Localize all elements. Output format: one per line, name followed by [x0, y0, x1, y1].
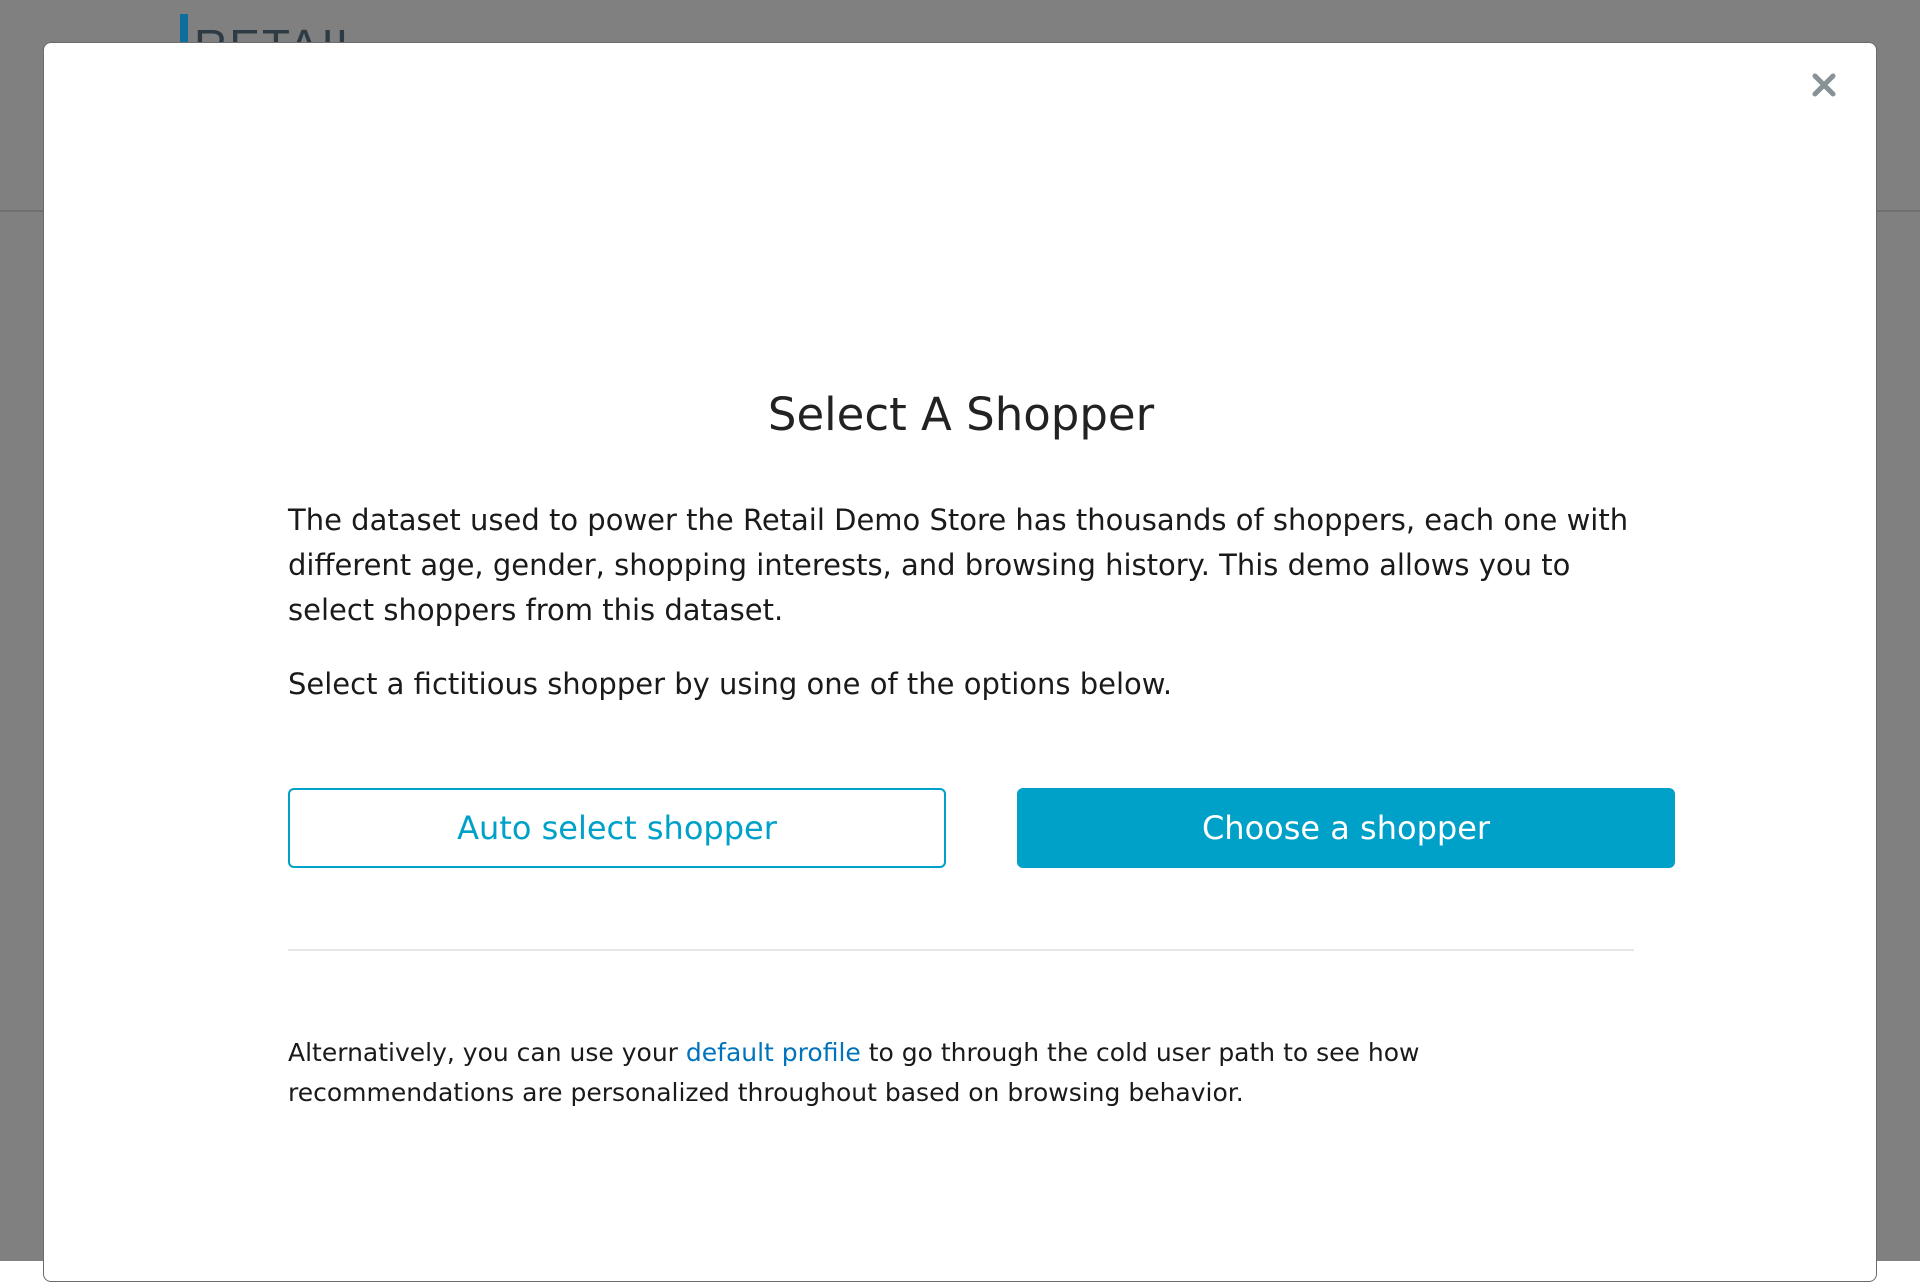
dataset-description: The dataset used to power the Retail Dem… [288, 503, 1629, 627]
select-shopper-modal: Select A Shopper The dataset used to pow… [43, 42, 1877, 1282]
logo-bar [180, 14, 188, 44]
logo-text: RETAIL [194, 20, 364, 44]
default-profile-link[interactable]: default profile [686, 1038, 861, 1067]
instruction-text: Select a fictitious shopper by using one… [288, 667, 1173, 701]
modal-title: Select A Shopper [767, 388, 1155, 441]
retail-logo: RETAIL [180, 14, 364, 44]
auto-select-shopper-button[interactable]: Auto select shopper [288, 788, 946, 868]
close-button[interactable] [1802, 63, 1846, 107]
section-divider [288, 949, 1634, 951]
alternative-text: Alternatively, you can use your default … [288, 1033, 1634, 1113]
choose-shopper-button[interactable]: Choose a shopper [1017, 788, 1675, 868]
alternative-prefix: Alternatively, you can use your [288, 1038, 686, 1067]
close-icon [1812, 73, 1836, 97]
